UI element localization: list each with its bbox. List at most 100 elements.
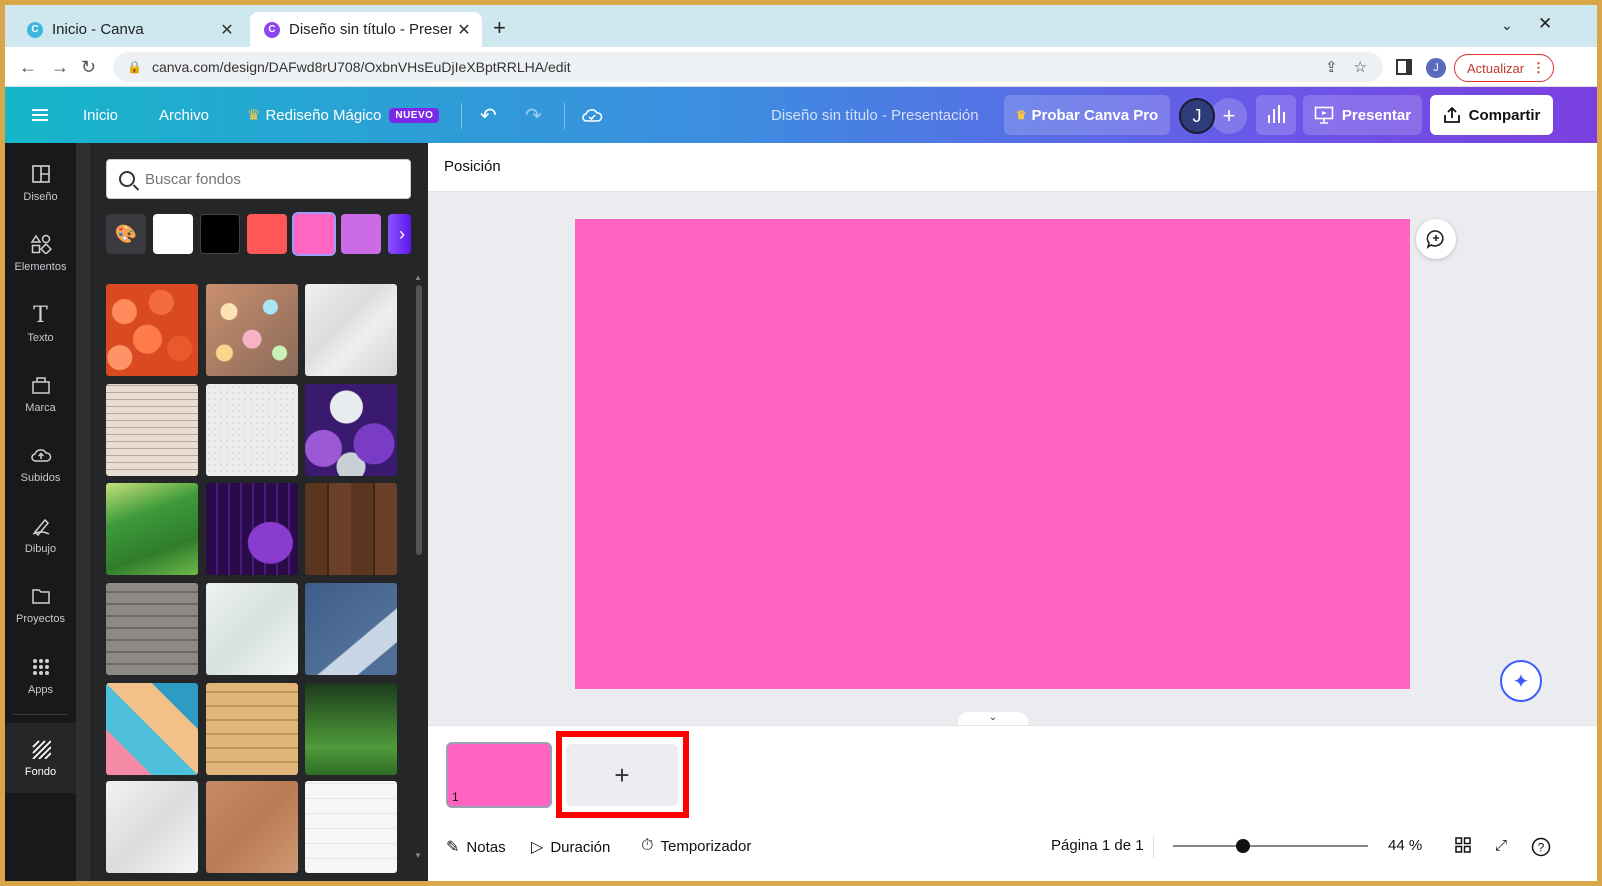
scroll-up-arrow-icon[interactable]: ▲ [414,273,422,282]
try-pro-button[interactable]: ♛ Probar Canva Pro [1004,95,1170,135]
thumbs-scrollbar-handle[interactable] [416,285,422,555]
background-thumb-kraft-paper[interactable] [206,781,298,873]
window-close-icon[interactable]: ✕ [1538,14,1552,34]
sidebar-item-draw[interactable]: Dibujo [5,500,76,570]
file-menu-button[interactable]: Archivo [159,87,209,143]
background-thumb-white-paper[interactable] [106,781,198,873]
draw-icon [31,515,51,537]
zoom-slider[interactable] [1173,845,1368,847]
background-thumb-wood[interactable] [305,483,397,575]
sidebar-item-label: Diseño [23,191,58,203]
redo-icon[interactable]: ↷ [525,87,542,143]
profile-avatar[interactable]: J [1426,58,1446,78]
canvas-workspace: ✦ ⌄ [428,192,1597,726]
elements-icon [30,233,52,255]
magic-assistant-sparkle-icon[interactable]: ✦ [1500,660,1542,702]
duration-button[interactable]: ▷ Duración [531,837,610,857]
more-vert-icon[interactable]: ⋮ [1532,60,1545,76]
tab-close-icon[interactable]: ✕ [215,20,239,40]
add-comment-icon[interactable] [1416,219,1456,259]
divider [13,714,68,715]
menu-hamburger-icon[interactable] [32,87,48,143]
share-page-icon[interactable]: ⇪ [1325,58,1338,76]
vertical-scrollbar[interactable] [1585,192,1597,725]
url-field[interactable]: 🔒 canva.com/design/DAFwd8rU708/OxbnVHsEu… [113,52,1383,82]
panel-scrollbar[interactable] [76,143,90,881]
brand-icon [31,374,51,396]
canva-favicon-icon: C [27,21,43,38]
color-palette-icon[interactable]: 🎨 [106,214,146,254]
background-thumb-brick-wall[interactable] [106,583,198,675]
sidebar-item-background[interactable]: Fondo [5,723,76,793]
fullscreen-icon[interactable]: ⤢ [1495,837,1507,854]
swatches-next-chevron-icon[interactable]: › [388,214,411,254]
notes-button[interactable]: ✎ Notas [446,837,506,857]
background-thumb-concrete[interactable] [206,384,298,476]
share-button[interactable]: Compartir [1430,95,1553,135]
background-thumb-marble[interactable] [305,284,397,376]
sidebar-item-text[interactable]: T Texto [5,289,76,359]
magic-redesign-button[interactable]: ♛ Rediseño Mágico NUEVO [247,87,440,143]
reload-icon[interactable]: ↻ [81,57,96,78]
background-thumb-bokeh[interactable] [206,284,298,376]
background-thumb-desk-phone[interactable] [305,583,397,675]
home-button[interactable]: Inicio [83,87,118,143]
sidebar-item-apps[interactable]: Apps [5,641,76,711]
background-thumb-sheet-music[interactable] [106,384,198,476]
side-panel-icon[interactable] [1396,59,1412,75]
new-tab-icon[interactable]: + [493,15,506,41]
background-thumb-crumpled-paper[interactable] [206,583,298,675]
zoom-slider-handle[interactable] [1236,839,1250,853]
background-thumb-keyboard-mouse[interactable] [206,483,298,575]
insights-chart-icon[interactable] [1256,95,1296,135]
background-thumb-ribbons[interactable] [106,683,198,775]
swatch-red[interactable] [247,214,287,254]
left-sidebar: Diseño Elementos T Texto Marca Subidos D… [5,143,76,881]
page-info[interactable]: Página 1 de 1 [1051,837,1144,854]
background-thumb-grid-paper[interactable] [305,781,397,873]
hide-pages-chevron-icon[interactable]: ⌄ [958,712,1028,726]
back-arrow-icon[interactable]: ← [19,57,37,78]
sidebar-item-brand[interactable]: Marca [5,359,76,429]
document-title[interactable]: Diseño sin título - Presentación [771,87,979,143]
browser-window: C Inicio - Canva ✕ C Diseño sin título -… [5,5,1597,881]
swatch-white[interactable] [153,214,193,254]
help-icon[interactable]: ? [1531,837,1551,857]
present-button[interactable]: Presentar [1303,95,1422,135]
sidebar-item-design[interactable]: Diseño [5,148,76,218]
sidebar-item-uploads[interactable]: Subidos [5,429,76,499]
grid-view-icon[interactable] [1455,837,1471,853]
forward-arrow-icon[interactable]: → [51,57,69,78]
user-avatar[interactable]: J [1179,98,1215,134]
position-button[interactable]: Posición [444,158,501,175]
zoom-percentage[interactable]: 44 % [1388,837,1422,854]
present-label: Presentar [1341,106,1412,124]
address-bar: ← → ↻ 🔒 canva.com/design/DAFwd8rU708/Oxb… [5,47,1597,87]
background-thumb-soccer-field[interactable] [305,683,397,775]
background-thumb-green-field[interactable] [106,483,198,575]
background-thumb-balloons[interactable] [305,384,397,476]
swatch-purple[interactable] [341,214,381,254]
tab-inicio[interactable]: C Inicio - Canva ✕ [13,12,245,47]
tab-design[interactable]: C Diseño sin título - Present ✕ [250,12,482,47]
background-thumb-strawberries[interactable] [106,284,198,376]
apps-icon [32,656,50,678]
search-backgrounds-field[interactable] [106,159,411,199]
cloud-save-icon[interactable] [581,87,603,143]
slide-canvas[interactable] [575,219,1410,689]
bookmark-star-icon[interactable]: ☆ [1354,58,1367,76]
add-collaborator-button[interactable]: + [1211,98,1247,134]
timer-button[interactable]: ⏱ Temporizador [641,837,751,855]
tab-search-chevron-icon[interactable]: ⌄ [1501,17,1513,34]
tab-close-icon[interactable]: ✕ [452,20,476,40]
undo-icon[interactable]: ↶ [480,87,497,143]
sidebar-item-elements[interactable]: Elementos [5,218,76,288]
page-thumbnail[interactable]: 1 [446,742,552,808]
sidebar-item-projects[interactable]: Proyectos [5,570,76,640]
search-input[interactable] [145,170,385,188]
update-button[interactable]: Actualizar ⋮ [1454,54,1554,82]
background-thumb-wood-planks[interactable] [206,683,298,775]
swatch-pink-selected[interactable] [292,212,336,256]
swatch-black[interactable] [200,214,240,254]
scroll-down-arrow-icon[interactable]: ▼ [414,851,422,860]
